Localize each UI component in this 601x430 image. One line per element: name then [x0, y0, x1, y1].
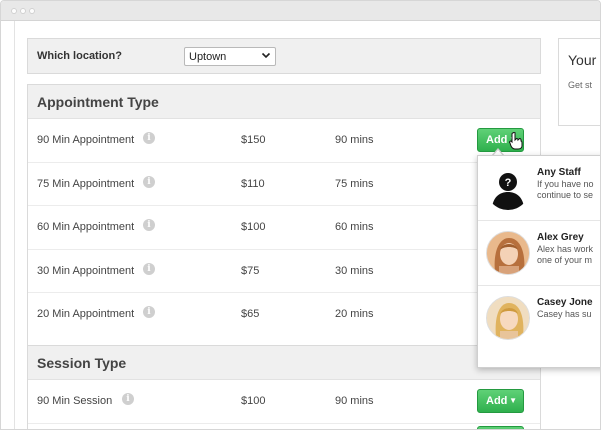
staff-name: Casey Jone	[537, 297, 593, 308]
info-icon[interactable]: i	[122, 393, 134, 405]
appointment-name: 75 Min Appointment	[37, 177, 135, 190]
appointment-price: $100	[241, 221, 266, 234]
info-icon[interactable]: i	[143, 132, 155, 144]
avatar	[486, 296, 530, 340]
svg-text:?: ?	[505, 177, 512, 189]
info-icon[interactable]: i	[143, 262, 155, 275]
page-viewport: Which location? Uptown Appointment Type …	[1, 21, 600, 429]
staff-description-line: one of your m	[537, 255, 593, 265]
staff-option-alex[interactable]: Alex Grey Alex has work one of your m	[478, 221, 600, 286]
left-sidebar-strip	[1, 21, 15, 429]
session-price: $100	[241, 395, 266, 407]
unknown-person-icon: ?	[486, 166, 530, 210]
summary-panel: Your Get st	[558, 38, 600, 126]
table-row: 90 Min Appointment i $150 90 mins Add ▼	[28, 119, 540, 163]
avatar	[486, 231, 530, 275]
table-row: 90 Min Session i $100 90 mins Add ▼	[28, 380, 540, 424]
hand-cursor-icon	[509, 131, 523, 150]
session-name: 90 Min Session	[37, 395, 113, 407]
appointment-price: $150	[241, 134, 266, 146]
section-title: Session Type	[37, 355, 127, 371]
appointment-type-section: Appointment Type 90 Min Appointment i $1…	[27, 84, 541, 355]
appointment-name: 30 Min Appointment	[37, 264, 135, 277]
appointment-price: $65	[241, 308, 260, 321]
appointment-name: 20 Min Appointment	[37, 308, 135, 321]
table-row: 60 Min Appointment i $100 60 mins	[28, 206, 540, 250]
staff-option-any[interactable]: ? Any Staff If you have no continue to s…	[478, 156, 600, 221]
add-button[interactable]	[477, 426, 524, 429]
info-icon[interactable]: i	[143, 306, 155, 319]
window-dot-icon[interactable]	[11, 8, 17, 14]
location-select[interactable]: Uptown	[184, 47, 276, 66]
info-icon[interactable]: i	[143, 219, 155, 232]
session-type-section: Session Type 90 Min Session i $100 90 mi…	[27, 345, 541, 429]
location-bar: Which location? Uptown	[27, 38, 541, 74]
summary-title: Your	[568, 52, 597, 68]
browser-window: Which location? Uptown Appointment Type …	[0, 0, 601, 430]
table-row: 20 Min Appointment i $65 20 mins	[28, 293, 540, 337]
appointment-name: 90 Min Appointment	[37, 134, 135, 146]
browser-title-bar	[1, 1, 600, 21]
chevron-down-icon	[261, 50, 271, 63]
window-dot-icon[interactable]	[20, 8, 26, 14]
staff-description-line: Casey has su	[537, 309, 592, 319]
section-title: Appointment Type	[37, 94, 159, 110]
info-icon[interactable]: i	[143, 175, 155, 188]
session-duration: 90 mins	[335, 395, 374, 407]
table-row: 75 Min Appointment i $110 75 mins	[28, 163, 540, 207]
appointment-price: $110	[241, 177, 265, 190]
location-selected-value: Uptown	[189, 51, 227, 63]
appointment-duration: 90 mins	[335, 134, 374, 146]
caret-down-icon: ▼	[509, 396, 517, 405]
appointment-duration: 20 mins	[335, 308, 374, 321]
appointment-price: $75	[241, 264, 260, 277]
staff-description-line: Alex has work	[537, 244, 594, 254]
add-button-label: Add	[486, 395, 508, 407]
appointment-duration: 75 mins	[335, 177, 374, 190]
staff-option-casey[interactable]: Casey Jone Casey has su	[478, 286, 600, 351]
staff-description-line: If you have no	[537, 179, 594, 189]
summary-subtitle: Get st	[568, 80, 593, 90]
add-button-label: Add	[486, 134, 508, 146]
staff-dropdown-menu: ? Any Staff If you have no continue to s…	[477, 155, 600, 368]
add-button[interactable]: Add ▼	[477, 389, 524, 413]
appointment-name: 60 Min Appointment	[37, 221, 135, 234]
appointment-duration: 30 mins	[335, 264, 374, 277]
staff-name: Any Staff	[537, 167, 581, 178]
section-header: Appointment Type	[28, 85, 540, 119]
window-dot-icon[interactable]	[29, 8, 35, 14]
staff-name: Alex Grey	[537, 232, 584, 243]
location-label: Which location?	[37, 50, 122, 62]
appointment-duration: 60 mins	[335, 221, 374, 234]
section-header: Session Type	[28, 346, 540, 380]
table-row: 30 Min Appointment i $75 30 mins	[28, 250, 540, 294]
staff-description-line: continue to se	[537, 190, 594, 200]
